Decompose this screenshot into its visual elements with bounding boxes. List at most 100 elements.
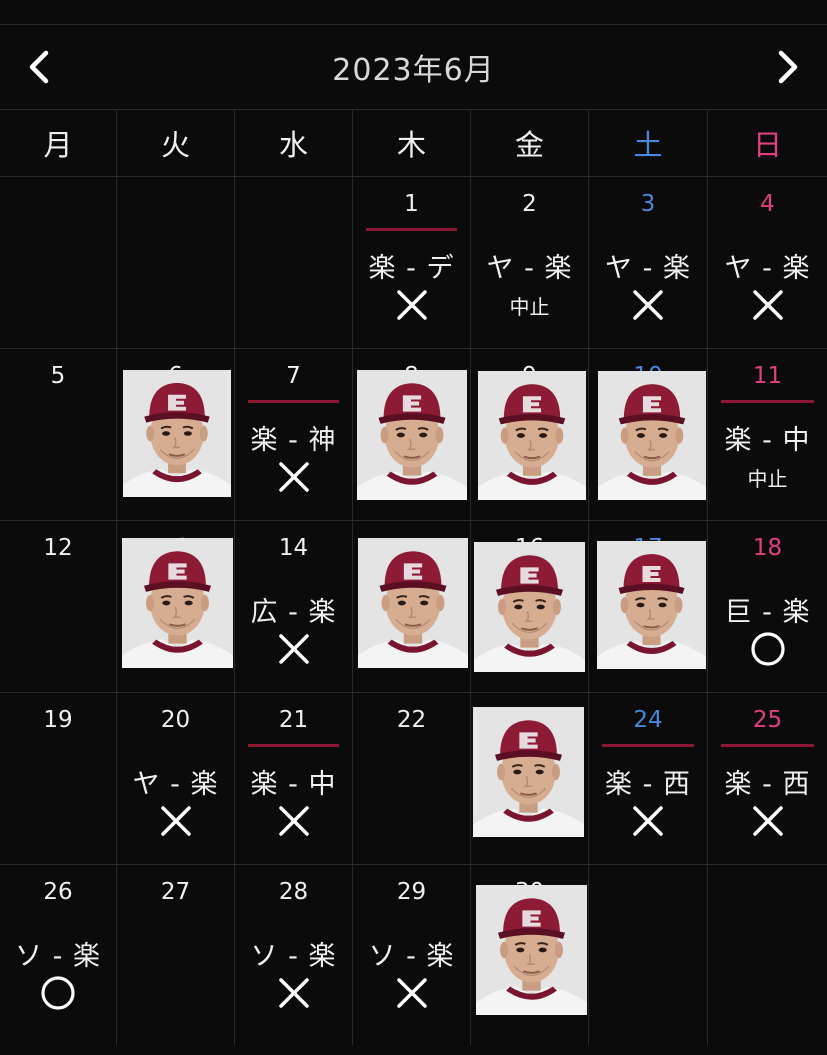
calendar-week-row: 5 6 7 楽 - 神 8910 11 楽 - 中中止 xyxy=(0,349,827,521)
matchup-label: ヤ - 楽 xyxy=(132,769,219,800)
calendar-day-cell[interactable]: 29 ソ - 楽 xyxy=(353,865,471,1045)
empty-day-cell xyxy=(0,177,117,348)
day-number: 18 xyxy=(752,535,783,561)
calendar-day-cell[interactable]: 21 楽 - 中 xyxy=(235,693,353,864)
home-game-underline xyxy=(721,400,814,403)
calendar-day-cell[interactable]: 22 xyxy=(353,693,471,864)
loss-mark xyxy=(117,799,234,843)
matchup-label: ヤ - 楽 xyxy=(724,253,811,284)
calendar-day-cell[interactable]: 4 ヤ - 楽 xyxy=(708,177,827,348)
calendar-week-row: 12 13 14 広 - 楽 151617 18 巨 - 楽 xyxy=(0,521,827,693)
matchup-label: 楽 - 中 xyxy=(724,425,811,456)
day-number: 5 xyxy=(50,363,66,389)
calendar-day-cell[interactable]: 16 xyxy=(471,521,589,692)
calendar-day-cell[interactable]: 9 xyxy=(471,349,589,520)
player-photo-image xyxy=(122,538,233,668)
empty-day-cell xyxy=(708,865,827,1045)
day-number: 11 xyxy=(752,363,783,389)
player-photo xyxy=(122,538,233,668)
cross-icon xyxy=(633,290,663,320)
calendar-day-cell[interactable]: 25 楽 - 西 xyxy=(708,693,827,864)
weekday-sun: 日 xyxy=(752,128,782,162)
calendar-day-cell[interactable]: 23 xyxy=(471,693,589,864)
player-photo xyxy=(597,541,706,669)
weekday-header: 月 火 水 木 金 土 日 xyxy=(0,110,827,177)
cross-icon xyxy=(752,290,783,320)
loss-mark xyxy=(235,799,352,843)
circle-icon xyxy=(41,976,75,1010)
calendar-day-cell[interactable]: 12 xyxy=(0,521,117,692)
calendar-day-cell[interactable]: 27 xyxy=(117,865,235,1045)
calendar-day-cell[interactable]: 10 xyxy=(589,349,708,520)
calendar-week-row: 19 20 ヤ - 楽 21 楽 - 中 22 23 24 楽 - 西 25 楽 - 西 xyxy=(0,693,827,865)
day-number: 26 xyxy=(43,879,73,905)
calendar-day-cell[interactable]: 6 xyxy=(117,349,235,520)
player-photo xyxy=(473,707,584,837)
player-photo xyxy=(476,885,587,1015)
calendar-grid: 1楽 - デ2ヤ - 楽中止3ヤ - 楽4ヤ - 楽567楽 - 神891011… xyxy=(0,177,827,1045)
cross-icon xyxy=(278,634,309,664)
calendar-day-cell[interactable]: 11 楽 - 中中止 xyxy=(708,349,827,520)
calendar-day-cell[interactable]: 2 ヤ - 楽中止 xyxy=(471,177,589,348)
calendar-day-cell[interactable]: 20 ヤ - 楽 xyxy=(117,693,235,864)
matchup-label: 巨 - 楽 xyxy=(724,597,811,628)
player-photo-image xyxy=(357,370,467,500)
calendar-week-row: 1 楽 - デ 2 ヤ - 楽中止 3 ヤ - 楽 4 ヤ - 楽 xyxy=(0,177,827,349)
day-number: 12 xyxy=(43,535,73,561)
loss-mark xyxy=(708,283,827,327)
home-game-underline xyxy=(366,228,457,231)
empty-day-cell xyxy=(589,865,708,1045)
calendar-day-cell[interactable]: 18 巨 - 楽 xyxy=(708,521,827,692)
empty-day-cell xyxy=(235,177,353,348)
cross-icon xyxy=(752,806,783,836)
next-month-button[interactable] xyxy=(753,25,823,109)
calendar-day-cell[interactable]: 15 xyxy=(353,521,471,692)
matchup-label: 楽 - 神 xyxy=(250,425,337,456)
cross-icon xyxy=(278,806,309,836)
win-mark xyxy=(708,627,827,671)
day-number: 2 xyxy=(522,191,537,217)
calendar-day-cell[interactable]: 5 xyxy=(0,349,117,520)
day-number: 20 xyxy=(160,707,191,733)
day-number: 29 xyxy=(396,879,427,905)
cross-icon xyxy=(633,806,663,836)
loss-mark xyxy=(353,283,470,327)
day-number: 25 xyxy=(752,707,783,733)
calendar-day-cell[interactable]: 14 広 - 楽 xyxy=(235,521,353,692)
matchup-label: ソ - 楽 xyxy=(250,941,337,972)
player-photo xyxy=(478,371,586,500)
loss-mark xyxy=(235,627,352,671)
cross-icon xyxy=(396,290,427,320)
day-number: 21 xyxy=(278,707,309,733)
win-mark xyxy=(0,971,116,1015)
player-photo-image xyxy=(474,542,585,672)
home-game-underline xyxy=(248,400,339,403)
calendar-day-cell[interactable]: 7 楽 - 神 xyxy=(235,349,353,520)
day-number: 19 xyxy=(43,707,73,733)
calendar-day-cell[interactable]: 24 楽 - 西 xyxy=(589,693,708,864)
day-number: 1 xyxy=(404,191,419,217)
day-number: 28 xyxy=(278,879,309,905)
calendar-day-cell[interactable]: 19 xyxy=(0,693,117,864)
cross-icon xyxy=(278,978,309,1008)
player-photo-image xyxy=(598,371,706,500)
circle-icon xyxy=(750,632,785,666)
calendar-day-cell[interactable]: 17 xyxy=(589,521,708,692)
home-game-underline xyxy=(602,744,694,747)
calendar-day-cell[interactable]: 30 xyxy=(471,865,589,1045)
calendar-week-row: 26 ソ - 楽 27 28 ソ - 楽 29 ソ - 楽 30 xyxy=(0,865,827,1045)
loss-mark xyxy=(235,971,352,1015)
calendar-day-cell[interactable]: 3 ヤ - 楽 xyxy=(589,177,708,348)
calendar-day-cell[interactable]: 13 xyxy=(117,521,235,692)
calendar-day-cell[interactable]: 1 楽 - デ xyxy=(353,177,471,348)
cross-icon xyxy=(396,978,427,1008)
player-photo xyxy=(123,370,231,497)
calendar-day-cell[interactable]: 28 ソ - 楽 xyxy=(235,865,353,1045)
calendar-day-cell[interactable]: 26 ソ - 楽 xyxy=(0,865,117,1045)
loss-mark xyxy=(235,455,352,499)
calendar-day-cell[interactable]: 8 xyxy=(353,349,471,520)
day-number: 3 xyxy=(640,191,656,217)
weekday-fri: 金 xyxy=(471,110,589,176)
cancelled-label: 中止 xyxy=(747,466,788,491)
top-strip xyxy=(0,0,827,25)
